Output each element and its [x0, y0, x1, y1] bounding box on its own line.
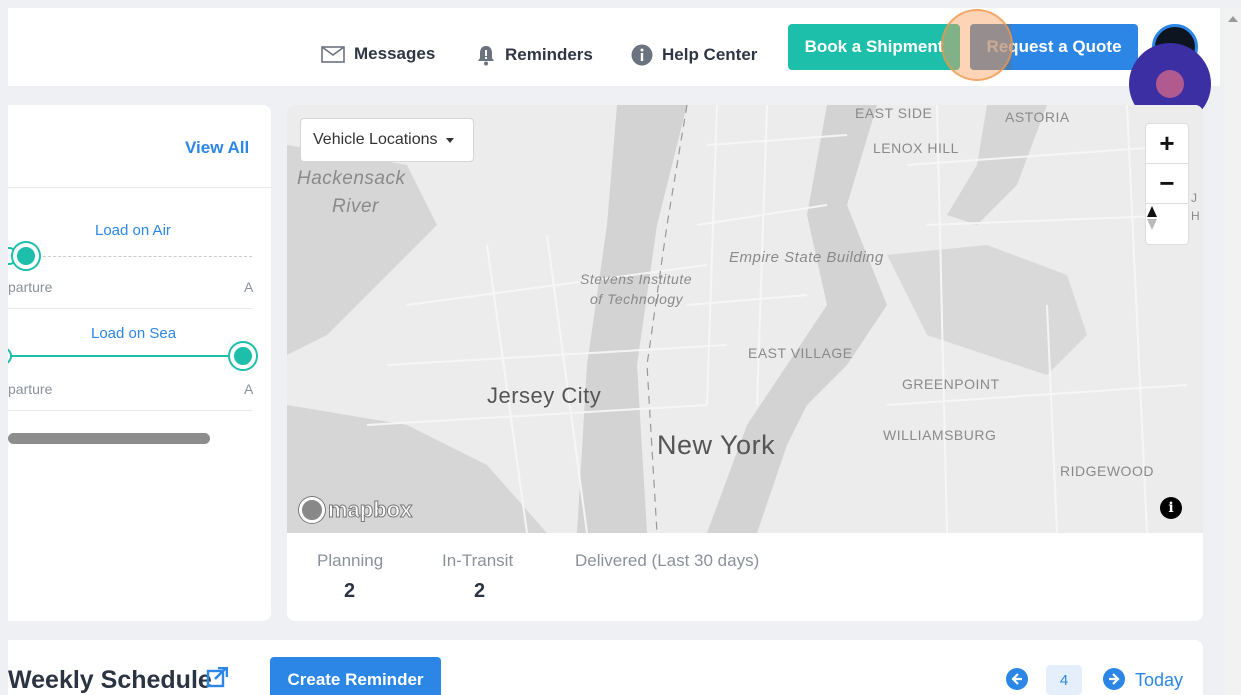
in-transit-label: In-Transit [442, 551, 514, 570]
previous-week-button[interactable] [1006, 668, 1028, 690]
map-label-hackensack: Hackensack [297, 168, 406, 189]
bell-icon [478, 46, 494, 66]
current-position-dot [230, 343, 256, 369]
row-divider [8, 308, 252, 309]
planning-count: 2 [344, 580, 356, 602]
arrow-left-icon [1011, 673, 1022, 685]
arrival-label: A [244, 279, 254, 295]
week-number-badge: 4 [1046, 665, 1082, 695]
delivered-label: Delivered (Last 30 days) [575, 551, 760, 570]
mapbox-wordmark: mapbox [327, 497, 413, 523]
scroll-up-arrow-icon[interactable] [1228, 16, 1238, 22]
departure-label: parture [8, 381, 53, 397]
zoom-in-button[interactable]: + [1146, 124, 1188, 162]
arrow-right-icon [1109, 673, 1120, 685]
map-label-river: River [332, 196, 379, 217]
schedule-title: Weekly Schedule [8, 666, 212, 694]
map-label-edge: J [1191, 191, 1198, 205]
map-label-lenox-hill: LENOX HILL [873, 140, 959, 156]
zoom-controls: + − [1145, 123, 1189, 245]
caret-down-icon [445, 137, 454, 143]
shipment-mode-label: Load on Sea [91, 325, 177, 342]
reminders-label: Reminders [505, 45, 593, 64]
top-navigation-bar: Messages Reminders Help Center Book a Sh… [8, 8, 1220, 86]
zoom-out-button[interactable]: − [1146, 164, 1188, 202]
create-reminder-button[interactable]: Create Reminder [270, 657, 441, 695]
help-center-label: Help Center [662, 45, 758, 64]
horizontal-scrollbar[interactable] [8, 433, 210, 444]
map-label-stevens: Stevens Institute [580, 271, 693, 287]
vertical-scrollbar[interactable] [1224, 8, 1241, 695]
messages-link[interactable]: Messages [321, 44, 435, 64]
map-label-new-york: New York [657, 430, 776, 460]
progress-line [8, 355, 238, 357]
map-label-jersey-city: Jersey City [487, 383, 602, 408]
help-center-link[interactable]: Help Center [631, 44, 757, 66]
map-label-east-side: EAST SIDE [855, 105, 933, 121]
envelope-icon [321, 45, 345, 63]
view-all-link[interactable]: View All [185, 138, 249, 158]
in-transit-count: 2 [474, 580, 486, 602]
info-circle-icon [631, 44, 653, 66]
compass-icon [1147, 206, 1157, 230]
map-label-astoria: ASTORIA [1005, 109, 1070, 125]
map-label-williamsburg: WILLIAMSBURG [883, 427, 997, 443]
next-week-button[interactable] [1103, 668, 1125, 690]
vehicle-locations-dropdown[interactable]: Vehicle Locations [300, 118, 474, 162]
zoom-divider [1146, 203, 1188, 204]
arrival-label: A [244, 381, 254, 397]
map-label-edge: H [1191, 209, 1201, 223]
origin-dot [8, 347, 12, 365]
planning-label: Planning [317, 551, 384, 570]
map-label-east-village: EAST VILLAGE [748, 345, 853, 361]
messages-label: Messages [354, 44, 436, 63]
click-indicator [941, 9, 1013, 81]
external-link-icon[interactable] [206, 667, 228, 689]
vehicle-map[interactable]: EAST SIDE ASTORIA LENOX HILL Hackensack … [287, 105, 1203, 533]
reminders-link[interactable]: Reminders [476, 44, 593, 66]
card-divider [8, 187, 271, 188]
map-info-icon[interactable]: i [1160, 497, 1182, 519]
progress-line [28, 256, 252, 257]
weekly-schedule-card: Weekly Schedule Create Reminder 4 Today [8, 640, 1203, 695]
mapbox-mark-icon [299, 497, 325, 523]
today-link[interactable]: Today [1135, 670, 1183, 691]
map-label-empire-state: Empire State Building [729, 249, 884, 266]
shipments-card: View All Load on Air parture A Load on S… [8, 105, 271, 621]
row-divider [8, 410, 252, 411]
map-label-stevens-2: of Technology [590, 291, 684, 307]
shipment-mode-label: Load on Air [95, 222, 171, 239]
dropdown-label: Vehicle Locations [313, 131, 438, 148]
departure-label: parture [8, 279, 53, 295]
map-label-ridgewood: RIDGEWOOD [1060, 463, 1154, 479]
mapbox-logo[interactable]: mapbox [299, 497, 413, 523]
map-label-greenpoint: GREENPOINT [902, 376, 1000, 392]
current-position-dot [13, 243, 39, 269]
compass-button[interactable] [1146, 205, 1188, 243]
book-shipment-button[interactable]: Book a Shipment [788, 24, 960, 70]
map-card: EAST SIDE ASTORIA LENOX HILL Hackensack … [287, 105, 1203, 621]
